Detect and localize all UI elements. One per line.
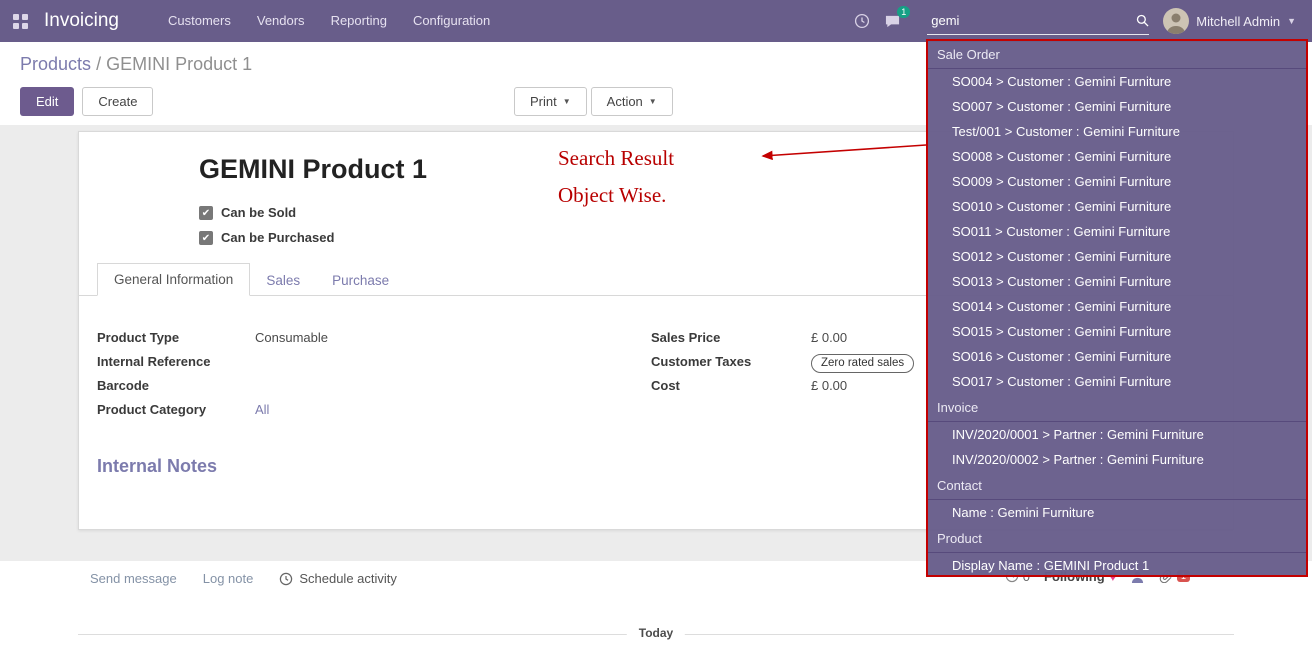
app-title[interactable]: Invoicing (44, 10, 119, 32)
top-menu-item[interactable]: Customers (155, 0, 244, 42)
dropdown-result-item[interactable]: Display Name : GEMINI Product 1 (928, 553, 1306, 577)
chevron-down-icon: ▼ (563, 97, 571, 106)
apps-grid-icon (13, 14, 28, 29)
dropdown-result-item[interactable]: SO014 > Customer : Gemini Furniture (928, 294, 1306, 319)
top-menu-item[interactable]: Reporting (318, 0, 400, 42)
search-results-dropdown: Sale OrderSO004 > Customer : Gemini Furn… (926, 39, 1308, 577)
schedule-activity-label: Schedule activity (299, 571, 397, 586)
dropdown-section-header: Product (928, 525, 1306, 553)
dropdown-result-item[interactable]: SO011 > Customer : Gemini Furniture (928, 219, 1306, 244)
global-search-input[interactable] (927, 13, 1136, 28)
field-value[interactable]: Consumable (255, 330, 328, 346)
chatter-actions: Send message Log note Schedule activity (90, 571, 397, 586)
field-value[interactable]: All (255, 402, 269, 418)
dropdown-result-item[interactable]: SO007 > Customer : Gemini Furniture (928, 94, 1306, 119)
print-dropdown-button[interactable]: Print ▼ (514, 87, 587, 116)
checkbox-icon[interactable]: ✔ (199, 206, 213, 220)
top-menu-item[interactable]: Configuration (400, 0, 503, 42)
field-label: Sales Price (651, 330, 811, 345)
search-icon[interactable] (1136, 14, 1149, 27)
user-name: Mitchell Admin (1196, 14, 1280, 29)
field-label: Internal Reference (97, 354, 255, 369)
field-value: £ 0.00 (811, 378, 847, 394)
dropdown-result-item[interactable]: INV/2020/0002 > Partner : Gemini Furnitu… (928, 447, 1306, 472)
dropdown-section-header: Contact (928, 472, 1306, 500)
tab[interactable]: Purchase (316, 265, 405, 296)
apps-menu-button[interactable] (0, 0, 40, 42)
checkbox-row[interactable]: ✔ Can be Purchased (199, 225, 334, 250)
field-row: Product Category All (97, 402, 597, 422)
clock-icon (279, 572, 293, 586)
breadcrumb-parent[interactable]: Products (20, 54, 91, 74)
activity-clock-button[interactable] (847, 0, 877, 42)
log-note-button[interactable]: Log note (203, 571, 254, 586)
field-label: Product Category (97, 402, 255, 417)
field-value: Zero rated sales (811, 354, 914, 373)
tab[interactable]: General Information (97, 263, 250, 296)
top-menu-item[interactable]: Vendors (244, 0, 318, 42)
product-flags: ✔ Can be Sold ✔ Can be Purchased (199, 200, 334, 250)
field-row: Barcode (97, 378, 597, 398)
breadcrumb-current: GEMINI Product 1 (106, 54, 252, 74)
dropdown-result-item[interactable]: SO008 > Customer : Gemini Furniture (928, 144, 1306, 169)
field-row: Product Type Consumable (97, 330, 597, 350)
record-buttons: Edit Create (20, 87, 153, 116)
tab[interactable]: Sales (250, 265, 316, 296)
user-avatar (1163, 8, 1189, 34)
search-dropdown-results: Sale OrderSO004 > Customer : Gemini Furn… (928, 41, 1306, 577)
schedule-activity-button[interactable]: Schedule activity (279, 571, 397, 586)
edit-button[interactable]: Edit (20, 87, 74, 116)
dropdown-result-item[interactable]: SO013 > Customer : Gemini Furniture (928, 269, 1306, 294)
top-menu: CustomersVendorsReportingConfiguration (155, 0, 503, 42)
action-dropdown-button[interactable]: Action ▼ (591, 87, 673, 116)
dropdown-result-item[interactable]: Test/001 > Customer : Gemini Furniture (928, 119, 1306, 144)
left-field-group: Product Type Consumable Internal Referen… (97, 330, 597, 426)
checkbox-icon[interactable]: ✔ (199, 231, 213, 245)
dropdown-result-item[interactable]: SO004 > Customer : Gemini Furniture (928, 69, 1306, 94)
dropdown-result-item[interactable]: Name : Gemini Furniture (928, 500, 1306, 525)
annotation-text: Search Result Object Wise. (558, 146, 674, 220)
dropdown-result-item[interactable]: SO017 > Customer : Gemini Furniture (928, 369, 1306, 394)
breadcrumb: Products / GEMINI Product 1 (20, 54, 252, 75)
breadcrumb-separator: / (96, 54, 106, 74)
chevron-down-icon: ▼ (649, 97, 657, 106)
global-search-box (927, 8, 1149, 35)
annotation-line-2: Object Wise. (558, 183, 674, 208)
annotation-line-1: Search Result (558, 146, 674, 171)
print-label: Print (530, 94, 557, 109)
dropdown-result-item[interactable]: SO010 > Customer : Gemini Furniture (928, 194, 1306, 219)
send-message-button[interactable]: Send message (90, 571, 177, 586)
top-navbar: Invoicing CustomersVendorsReportingConfi… (0, 0, 1312, 42)
checkbox-row[interactable]: ✔ Can be Sold (199, 200, 334, 225)
messages-button[interactable]: 1 (877, 0, 907, 42)
field-label: Customer Taxes (651, 354, 811, 369)
clock-icon (854, 13, 870, 29)
internal-notes-heading: Internal Notes (97, 456, 217, 477)
field-label: Barcode (97, 378, 255, 393)
field-value: £ 0.00 (811, 330, 847, 346)
checkbox-label: Can be Purchased (221, 230, 334, 245)
annotation-arrow (753, 140, 931, 164)
action-buttons: Print ▼ Action ▼ (514, 87, 673, 116)
dropdown-section-header: Invoice (928, 394, 1306, 422)
dropdown-section-header: Sale Order (928, 41, 1306, 69)
product-title: GEMINI Product 1 (199, 154, 427, 185)
field-label: Product Type (97, 330, 255, 345)
dropdown-result-item[interactable]: SO012 > Customer : Gemini Furniture (928, 244, 1306, 269)
dropdown-result-item[interactable]: SO015 > Customer : Gemini Furniture (928, 319, 1306, 344)
create-button[interactable]: Create (82, 87, 153, 116)
messages-count-badge: 1 (897, 6, 910, 18)
chevron-down-icon: ▼ (1287, 16, 1296, 26)
field-label: Cost (651, 378, 811, 393)
field-row: Internal Reference (97, 354, 597, 374)
action-label: Action (607, 94, 643, 109)
date-divider-label: Today (627, 626, 685, 640)
dropdown-result-item[interactable]: SO016 > Customer : Gemini Furniture (928, 344, 1306, 369)
checkbox-label: Can be Sold (221, 205, 296, 220)
user-menu[interactable]: Mitchell Admin ▼ (1163, 8, 1312, 34)
dropdown-result-item[interactable]: INV/2020/0001 > Partner : Gemini Furnitu… (928, 422, 1306, 447)
dropdown-result-item[interactable]: SO009 > Customer : Gemini Furniture (928, 169, 1306, 194)
